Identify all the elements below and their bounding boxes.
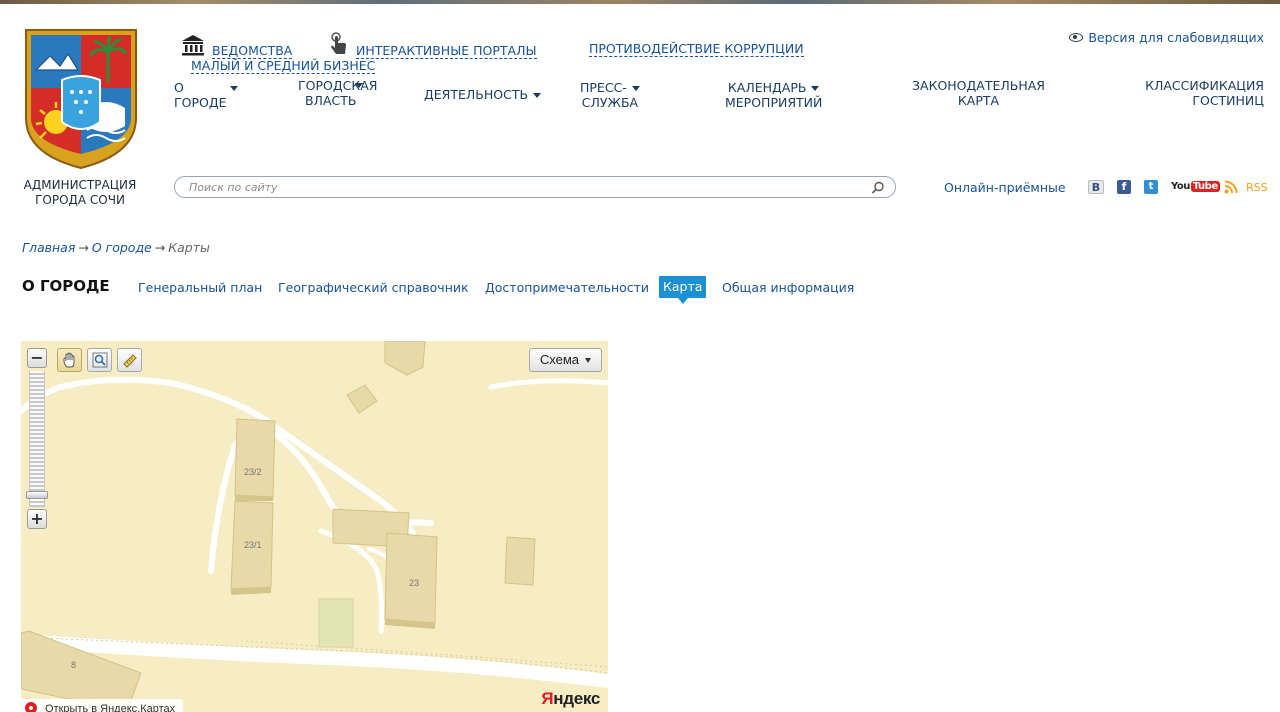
rss-label[interactable]: RSS bbox=[1246, 181, 1268, 194]
tab-sights[interactable]: Достопримечательности bbox=[485, 280, 649, 295]
anti-corruption-label: ПРОТИВОДЕЙСТВИЕ КОРРУПЦИИ bbox=[589, 41, 804, 57]
breadcrumb-arrow: → bbox=[78, 240, 89, 255]
vkontakte-icon[interactable]: B bbox=[1088, 180, 1104, 194]
building-label: 8 bbox=[71, 660, 77, 670]
tab-general-plan[interactable]: Генеральный план bbox=[138, 280, 262, 295]
chevron-down-icon bbox=[811, 86, 820, 91]
small-business-label: МАЛЫЙ И СРЕДНИЙ БИЗНЕС bbox=[191, 58, 376, 74]
magnifier-tool-button[interactable] bbox=[87, 348, 112, 372]
vedomstva-label: ВЕДОМСТВА bbox=[212, 43, 293, 59]
nav-about-line2: ГОРОДЕ bbox=[174, 95, 227, 110]
chevron-down-icon bbox=[585, 358, 591, 364]
youtube-tube: Tube bbox=[1190, 181, 1220, 192]
breadcrumb: Главная → О городе → Карты bbox=[22, 240, 210, 255]
zoom-slider-thumb[interactable] bbox=[26, 491, 48, 499]
drag-tool-button[interactable] bbox=[57, 348, 82, 372]
nav-power-line2: ВЛАСТЬ bbox=[304, 93, 357, 108]
nav-hotel-classification[interactable]: КЛАССИФИКАЦИЯ ГОСТИНИЦ bbox=[1145, 78, 1264, 108]
nav-about-city[interactable]: О ГОРОДЕ bbox=[174, 80, 238, 110]
nav-legmap-line1: ЗАКОНОДАТЕЛЬНАЯ bbox=[912, 78, 1045, 93]
youtube-you: You bbox=[1171, 181, 1190, 192]
building-label: 23/2 bbox=[244, 467, 262, 477]
small-business-link[interactable]: МАЛЫЙ И СРЕДНИЙ БИЗНЕС bbox=[191, 58, 376, 74]
tab-geographic-reference[interactable]: Географический справочник bbox=[278, 280, 469, 295]
yandex-logo-y: Я bbox=[541, 689, 554, 708]
twitter-icon[interactable]: t bbox=[1144, 180, 1158, 194]
chevron-down-icon bbox=[533, 93, 542, 98]
vedomstva-link[interactable]: ВЕДОМСТВА bbox=[180, 34, 293, 59]
nav-power-line1: ГОРОДСКАЯ bbox=[298, 78, 378, 93]
main-navigation: О ГОРОДЕ ГОРОДСКАЯ ВЛАСТЬ ДЕЯТЕЛЬНОСТЬ П… bbox=[0, 78, 1280, 114]
breadcrumb-about[interactable]: О городе bbox=[92, 240, 152, 255]
search-icon[interactable] bbox=[871, 180, 885, 194]
nav-activity[interactable]: ДЕЯТЕЛЬНОСТЬ bbox=[424, 87, 542, 102]
interactive-portals-label: ИНТЕРАКТИВНЫЕ ПОРТАЛЫ bbox=[356, 43, 537, 59]
youtube-icon[interactable]: You Tube bbox=[1171, 180, 1220, 194]
touch-hand-icon bbox=[328, 32, 350, 59]
ruler-icon bbox=[123, 354, 137, 368]
nav-about-line1: О bbox=[174, 80, 184, 95]
government-building-icon bbox=[180, 34, 206, 59]
nav-calendar-line2: МЕРОПРИЯТИЙ bbox=[725, 95, 823, 110]
yandex-logo[interactable]: Яндекс bbox=[541, 689, 600, 709]
zoom-in-button[interactable]: + bbox=[27, 509, 47, 529]
yandex-logo-rest: ндекс bbox=[553, 689, 600, 708]
nav-events-calendar[interactable]: КАЛЕНДАРЬ МЕРОПРИЯТИЙ bbox=[725, 80, 822, 110]
facebook-icon[interactable]: f bbox=[1117, 180, 1131, 194]
yandex-map[interactable]: 23/2 23/1 23 8 − + Схема Яндекс Открыть … bbox=[21, 341, 608, 712]
map-layer-select[interactable]: Схема bbox=[528, 348, 602, 372]
low-vision-version-link[interactable]: Версия для слабовидящих bbox=[1069, 30, 1264, 45]
zoom-area-icon bbox=[92, 352, 108, 368]
chevron-down-icon bbox=[229, 86, 238, 91]
interactive-portals-link[interactable]: ИНТЕРАКТИВНЫЕ ПОРТАЛЫ bbox=[328, 32, 537, 59]
site-search bbox=[174, 176, 896, 198]
nav-press-service[interactable]: ПРЕСС- СЛУЖБА bbox=[580, 80, 640, 110]
nav-legislative-map[interactable]: ЗАКОНОДАТЕЛЬНАЯ КАРТА bbox=[912, 78, 1045, 108]
nav-press-line2: СЛУЖБА bbox=[581, 95, 639, 110]
breadcrumb-arrow: → bbox=[154, 240, 166, 255]
organization-name: Администрация города Сочи bbox=[23, 178, 137, 207]
breadcrumb-home[interactable]: Главная bbox=[22, 240, 75, 255]
tab-map[interactable]: Карта bbox=[659, 276, 707, 304]
section-title: О ГОРОДЕ bbox=[22, 277, 110, 295]
nav-hotels-line2: ГОСТИНИЦ bbox=[1192, 93, 1264, 108]
tab-general-info[interactable]: Общая информация bbox=[722, 280, 854, 295]
search-input[interactable] bbox=[189, 179, 849, 195]
low-vision-label: Версия для слабовидящих bbox=[1088, 30, 1264, 45]
open-in-yandex-maps-link[interactable]: Открыть в Яндекс.Картах bbox=[21, 699, 184, 712]
chevron-down-icon bbox=[355, 83, 364, 88]
breadcrumb-current: Карты bbox=[168, 240, 210, 255]
ruler-tool-button[interactable] bbox=[117, 348, 142, 372]
rss-icon[interactable] bbox=[1223, 180, 1239, 194]
chevron-down-icon bbox=[631, 86, 640, 91]
hand-icon bbox=[63, 352, 75, 368]
nav-city-authority[interactable]: ГОРОДСКАЯ ВЛАСТЬ bbox=[298, 78, 377, 108]
anti-corruption-link[interactable]: ПРОТИВОДЕЙСТВИЕ КОРРУПЦИИ bbox=[589, 41, 804, 57]
nav-press-line1: ПРЕСС- bbox=[580, 80, 627, 95]
nav-activity-label: ДЕЯТЕЛЬНОСТЬ bbox=[424, 87, 529, 102]
zoom-slider-track[interactable] bbox=[29, 371, 45, 507]
building-label: 23/1 bbox=[244, 540, 262, 550]
zoom-out-button[interactable]: − bbox=[27, 348, 47, 368]
building-label: 23 bbox=[409, 578, 420, 588]
open-in-yandex-label: Открыть в Яндекс.Картах bbox=[45, 703, 176, 712]
top-photo-strip bbox=[0, 0, 1280, 4]
nav-hotels-line1: КЛАССИФИКАЦИЯ bbox=[1145, 78, 1264, 93]
online-reception-link[interactable]: Онлайн-приёмные bbox=[944, 180, 1066, 195]
nav-legmap-line2: КАРТА bbox=[957, 93, 1000, 108]
eye-icon bbox=[1069, 33, 1084, 42]
map-layer-label: Схема bbox=[539, 352, 579, 367]
map-pin-icon bbox=[22, 699, 40, 712]
nav-calendar-line1: КАЛЕНДАРЬ bbox=[727, 80, 807, 95]
map-tiles[interactable] bbox=[21, 341, 608, 712]
